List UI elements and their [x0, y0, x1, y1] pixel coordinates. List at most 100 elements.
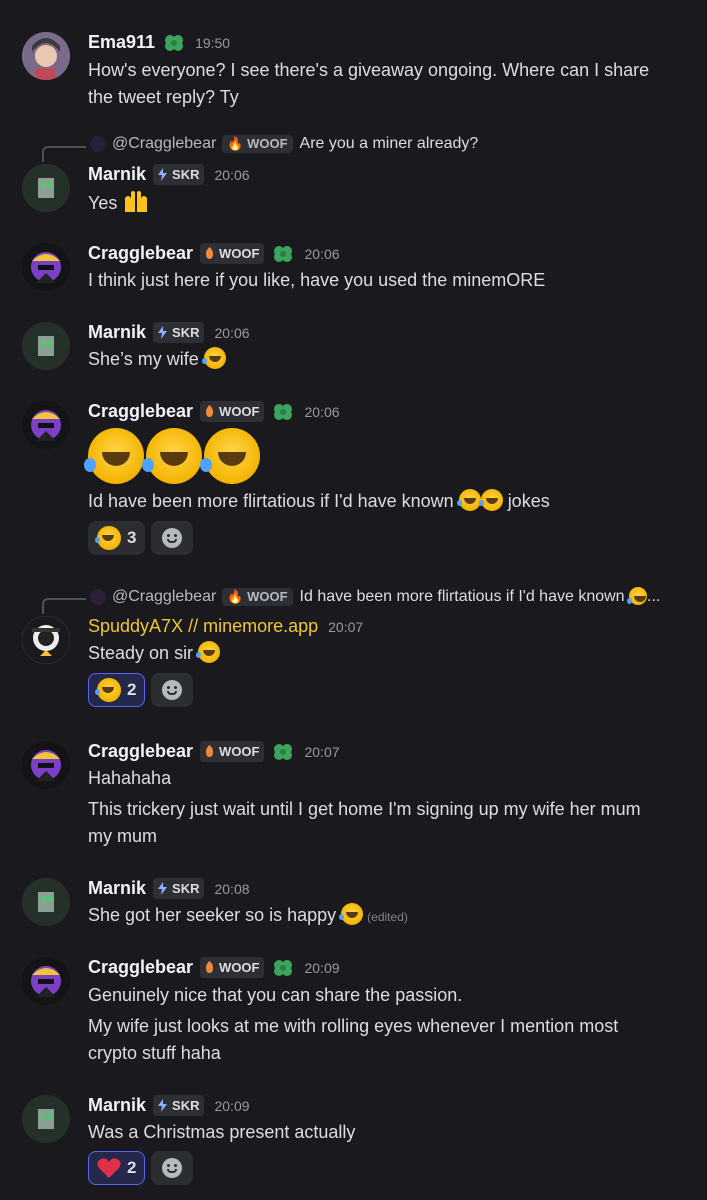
message-line: crypto stuff haha	[88, 1043, 221, 1063]
rofl-emoji	[200, 428, 260, 484]
rofl-emoji	[627, 587, 648, 605]
add-reaction-icon	[162, 528, 183, 548]
rofl-emoji	[478, 489, 503, 511]
lightning-icon	[156, 1099, 169, 1112]
reply-preview[interactable]: @Cragglebear 🔥 WOOF Id have been more fl…	[90, 587, 660, 606]
server-tag: WOOF	[200, 243, 265, 264]
message-line: This trickery just wait until I get home…	[88, 799, 641, 819]
rofl-emoji	[339, 903, 364, 925]
message-line: Hahahaha	[88, 768, 172, 788]
message-line: the tweet reply? Ty	[88, 87, 239, 107]
timestamp: 20:06	[214, 324, 250, 341]
add-reaction-button[interactable]	[151, 1151, 194, 1185]
dog-icon	[203, 247, 216, 260]
add-reaction-icon	[162, 1158, 183, 1178]
reply-text: Are you a miner already?	[299, 135, 479, 152]
server-tag: SKR	[153, 322, 205, 343]
server-tag: WOOF	[200, 401, 265, 422]
avatar[interactable]	[22, 164, 70, 212]
timestamp: 20:08	[214, 880, 250, 897]
avatar[interactable]	[22, 243, 70, 291]
clover-icon	[163, 33, 185, 53]
clover-icon	[272, 244, 294, 264]
username[interactable]: Marnik	[88, 164, 146, 185]
reaction-joy[interactable]: 3	[88, 521, 146, 555]
avatar[interactable]	[22, 741, 70, 789]
username[interactable]: Cragglebear	[88, 957, 193, 978]
username[interactable]: Marnik	[88, 878, 146, 899]
reactions: 3	[88, 521, 194, 555]
timestamp: 19:50	[195, 34, 231, 51]
timestamp: 20:07	[304, 743, 340, 760]
reactions: 2	[88, 673, 194, 707]
reply-avatar	[90, 588, 106, 605]
timestamp: 20:07	[328, 618, 364, 635]
username[interactable]: Cragglebear	[88, 243, 193, 264]
reaction-joy[interactable]: 2	[88, 673, 146, 707]
reply-connector	[42, 146, 86, 162]
reply-avatar	[90, 136, 106, 152]
server-tag: WOOF	[200, 741, 265, 762]
clover-icon	[272, 402, 294, 422]
timestamp: 20:09	[214, 1097, 250, 1114]
message-content: Was a Christmas present actually	[88, 1122, 356, 1142]
avatar[interactable]	[22, 322, 70, 370]
joy-emoji	[95, 678, 121, 702]
message-content: Hahahaha This trickery just wait until I…	[88, 765, 688, 850]
message-content: Yes	[88, 188, 688, 217]
reactions: 2	[88, 1151, 194, 1185]
jumbo-emoji-row	[84, 428, 260, 484]
message-line: Genuinely nice that you can share the pa…	[88, 985, 463, 1005]
avatar[interactable]	[22, 32, 70, 80]
rofl-emoji	[142, 428, 202, 484]
reply-preview[interactable]: @Cragglebear 🔥 WOOF Are you a miner alre…	[90, 135, 478, 153]
lightning-icon	[156, 882, 169, 895]
reply-username: @Cragglebear	[112, 587, 217, 605]
rofl-emoji	[201, 347, 226, 369]
edited-label: (edited)	[367, 910, 408, 924]
add-reaction-icon	[162, 680, 183, 700]
message-line: How's everyone? I see there's a giveaway…	[88, 60, 650, 80]
avatar[interactable]	[22, 1095, 70, 1143]
rofl-emoji	[84, 428, 144, 484]
message-line: my mum	[88, 826, 157, 846]
message-content: Genuinely nice that you can share the pa…	[88, 982, 688, 1067]
message-content: She got her seeker so is happy (edited)	[88, 903, 408, 925]
message-content: Id have been more flirtatious if I'd hav…	[88, 489, 550, 511]
username[interactable]: Cragglebear	[88, 741, 193, 762]
dog-icon	[203, 961, 216, 974]
server-tag: WOOF	[200, 957, 265, 978]
server-tag: SKR	[153, 1095, 205, 1116]
add-reaction-button[interactable]	[151, 521, 194, 555]
message-content: How's everyone? I see there's a giveaway…	[88, 57, 688, 111]
timestamp: 20:06	[304, 403, 340, 420]
dog-icon	[203, 405, 216, 418]
reply-text: Id have been more flirtatious if I'd hav…	[299, 587, 661, 605]
dog-icon	[203, 745, 216, 758]
avatar[interactable]	[22, 878, 70, 926]
reply-connector	[42, 598, 86, 614]
reply-username: @Cragglebear	[112, 135, 217, 152]
joy-emoji	[95, 526, 121, 550]
lightning-icon	[156, 326, 169, 339]
server-tag: SKR	[153, 164, 205, 185]
username[interactable]: Marnik	[88, 322, 146, 343]
avatar[interactable]	[22, 957, 70, 1005]
reaction-heart[interactable]: 2	[88, 1151, 146, 1185]
avatar[interactable]	[22, 616, 70, 664]
username[interactable]: Ema911	[88, 32, 155, 53]
message-line: My wife just looks at me with rolling ey…	[88, 1016, 619, 1036]
woof-tag: 🔥 WOOF	[222, 135, 293, 153]
message-content: Steady on sir	[88, 640, 688, 667]
username[interactable]: SpuddyA7X // minemore.app	[88, 616, 318, 637]
rofl-emoji	[456, 489, 481, 511]
timestamp: 20:06	[214, 166, 250, 183]
server-tag: SKR	[153, 878, 205, 899]
heart-emoji	[97, 1157, 121, 1179]
avatar[interactable]	[22, 401, 70, 449]
clover-icon	[272, 958, 294, 978]
add-reaction-button[interactable]	[151, 673, 194, 707]
clover-icon	[272, 742, 294, 762]
username[interactable]: Cragglebear	[88, 401, 193, 422]
username[interactable]: Marnik	[88, 1095, 146, 1116]
